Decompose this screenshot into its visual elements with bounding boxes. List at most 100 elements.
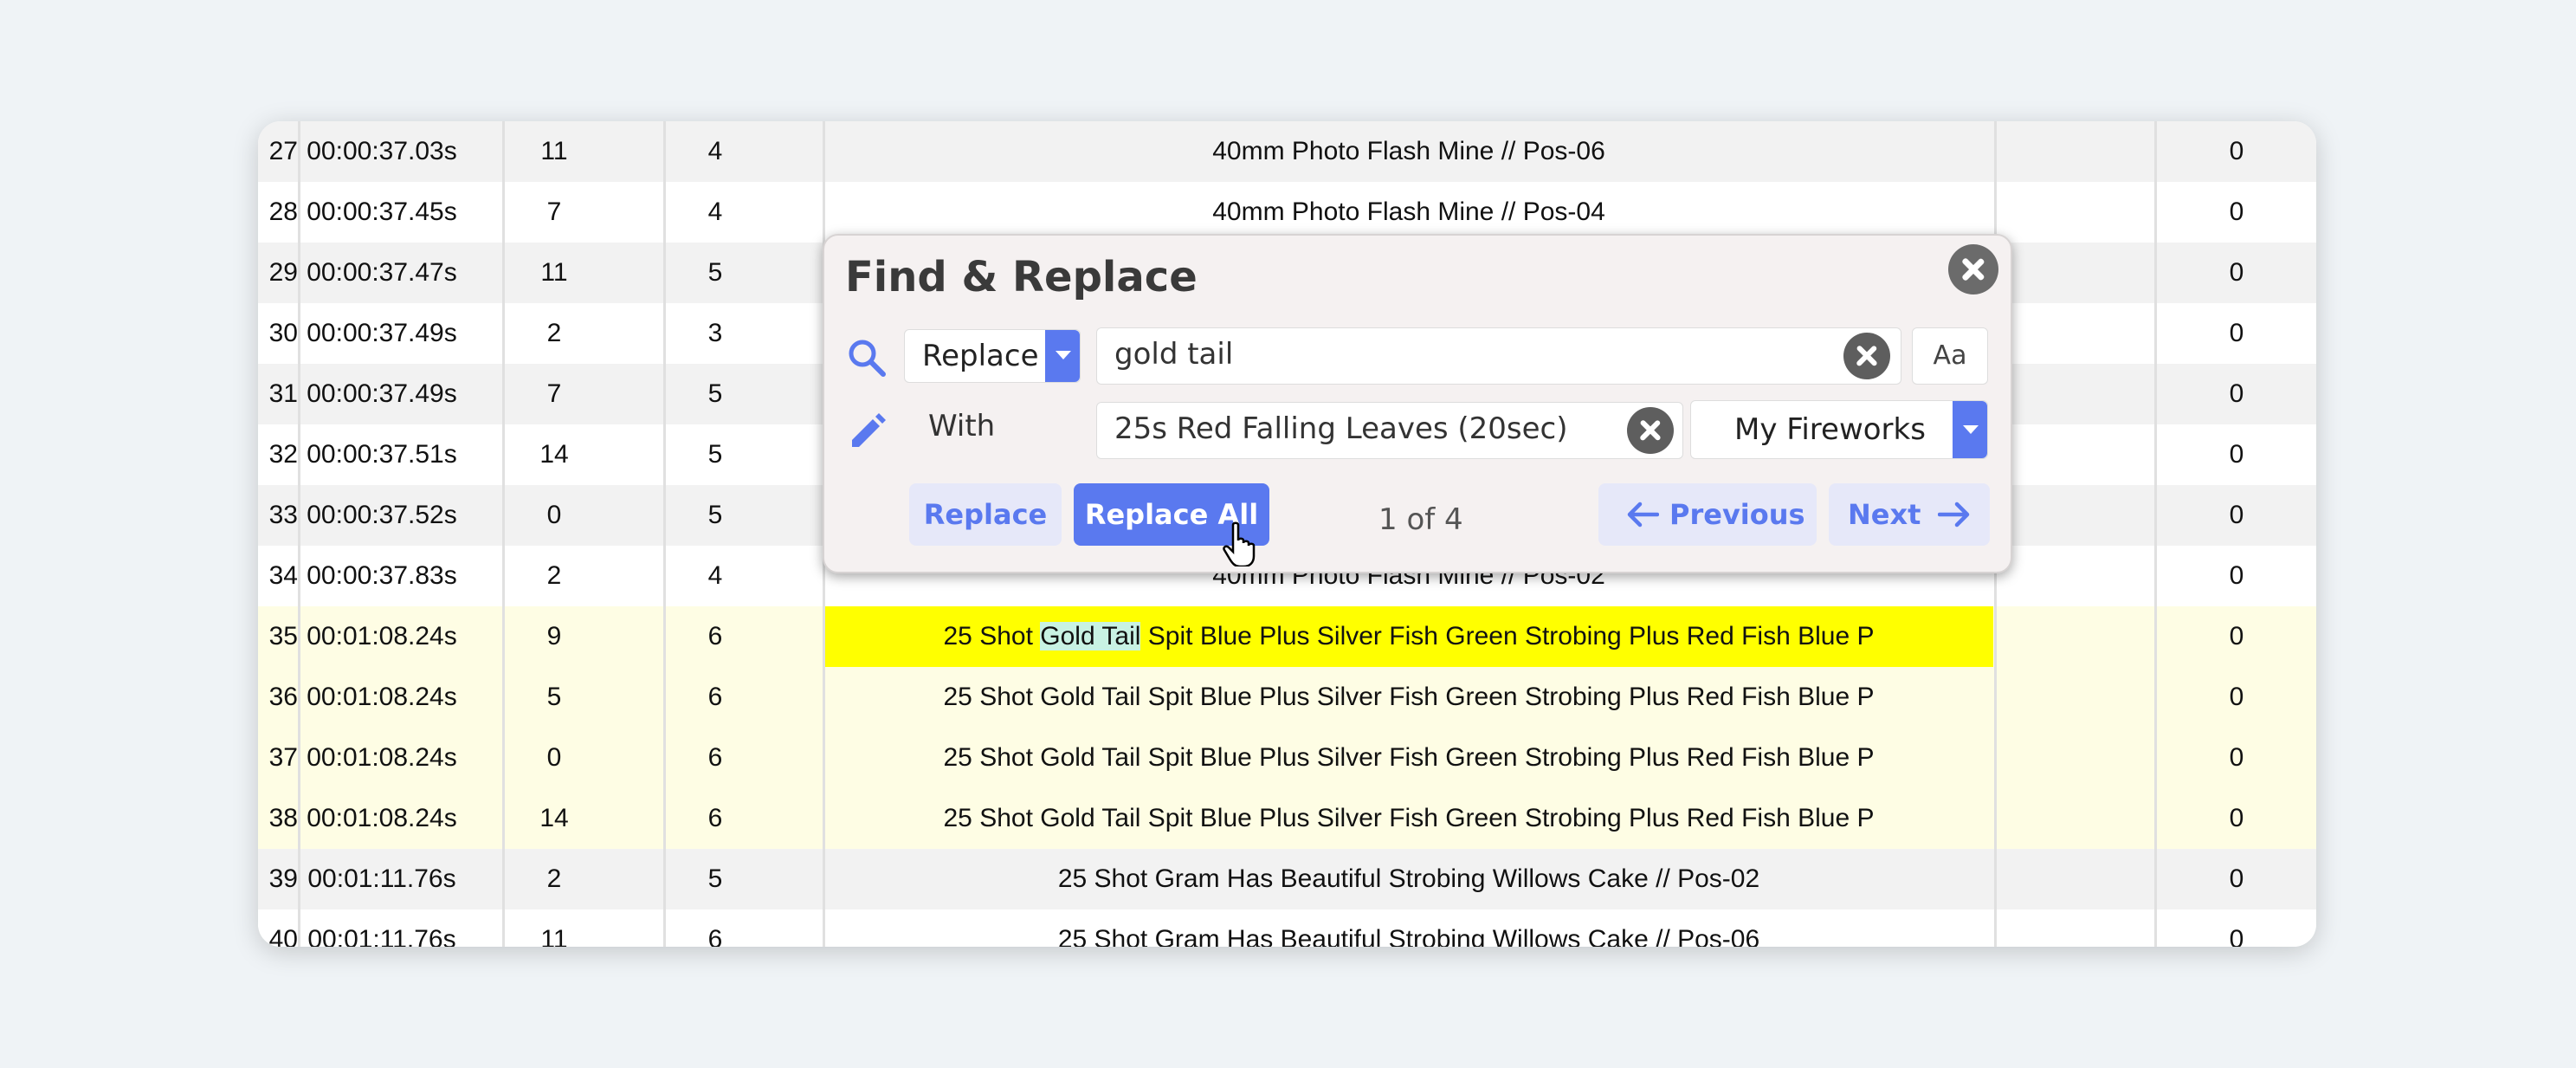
row-number-cell: 27 [268,137,298,165]
with-label: With [928,409,996,443]
row-number-cell: 40 [268,925,298,947]
time-cell: 00:00:37.52s [307,501,457,529]
find-mode-value: Replace [922,339,1039,373]
row-number-cell: 36 [268,683,298,711]
find-mode-select[interactable]: Replace [904,329,1081,383]
module-cell: 4 [707,561,723,590]
replace-target-select[interactable]: My Fireworks [1690,400,1988,459]
row-number-cell: 29 [268,258,298,287]
value-cell: 0 [2229,440,2244,469]
row-number-cell: 35 [268,622,298,651]
name-cell: 40mm Photo Flash Mine // Pos-06 [1212,137,1605,165]
time-cell: 00:01:08.24s [307,804,457,832]
search-icon [849,340,886,377]
name-text: Spit Blue Plus Silver Fish Green Strobin… [1140,622,1875,651]
close-dialog-button[interactable] [1948,244,1998,295]
time-cell: 00:01:08.24s [307,743,457,772]
value-cell: 0 [2229,258,2244,287]
clear-search-button[interactable] [1843,333,1890,379]
table-row[interactable]: 37 00:01:08.24s 0 6 25 Shot Gold Tail Spit B… [258,728,2316,788]
match-case-button[interactable]: Aa [1912,327,1988,385]
name-cell: 25 Shot Gold Tail Spit Blue Plus Silver … [943,743,1875,772]
time-cell: 00:00:37.83s [307,561,457,590]
module-cell: 5 [707,258,723,287]
arrow-right-icon [1938,502,1970,528]
row-number-cell: 34 [268,561,298,590]
name-cell: 25 Shot Gold Tail Spit Blue Plus Silver … [943,683,1875,711]
module-cell: 6 [707,804,723,832]
module-cell: 6 [707,683,723,711]
time-cell: 00:01:11.76s [307,925,456,947]
table-row[interactable]: 27 00:00:37.03s 11 4 40mm Photo Flash Mine /… [258,121,2316,182]
name-cell: 25 Shot Gram Has Beautiful Strobing Will… [1057,864,1760,893]
value-cell: 0 [2229,137,2244,165]
value-cell: 0 [2229,804,2244,832]
name-cell-current-match: 25 Shot Gold Tail Spit Blue Plus Silver … [824,606,1993,667]
row-number-cell: 32 [268,440,298,469]
find-replace-dialog: Find & Replace Replace gold tail Aa With… [823,234,2012,573]
replace-input[interactable]: 25s Red Falling Leaves (20sec) [1096,402,1683,459]
row-number-cell: 30 [268,319,298,347]
channel-cell: 11 [540,925,568,947]
module-cell: 5 [707,864,723,893]
name-text: 25 Shot [943,622,1041,651]
row-number-cell: 38 [268,804,298,832]
time-cell: 00:00:37.03s [307,137,457,165]
name-cell: 25 Shot Gram Has Beautiful Strobing Will… [1057,925,1760,947]
value-cell: 0 [2229,743,2244,772]
column-divider [2154,121,2157,947]
value-cell: 0 [2229,319,2244,347]
time-cell: 00:00:37.51s [307,440,457,469]
channel-cell: 14 [539,804,569,832]
time-cell: 00:00:37.49s [307,319,457,347]
channel-cell: 7 [546,379,562,408]
close-icon [1948,244,1998,295]
next-button[interactable]: Next [1829,483,1990,546]
channel-cell: 14 [539,440,569,469]
module-cell: 6 [707,925,723,947]
channel-cell: 11 [540,137,568,165]
search-input-value: gold tail [1114,337,1234,372]
arrow-left-icon [1627,502,1659,528]
table-row[interactable]: 38 00:01:08.24s 14 6 25 Shot Gold Tail Spit … [258,788,2316,849]
value-cell: 0 [2229,622,2244,651]
channel-cell: 7 [546,197,562,226]
time-cell: 00:00:37.49s [307,379,457,408]
module-cell: 6 [707,743,723,772]
value-cell: 0 [2229,379,2244,408]
channel-cell: 9 [546,622,562,651]
value-cell: 0 [2229,683,2244,711]
row-number-cell: 39 [268,864,298,893]
table-row[interactable]: 39 00:01:11.76s 2 5 25 Shot Gram Has Beautif… [258,849,2316,909]
next-label: Next [1848,498,1921,531]
replace-button[interactable]: Replace [909,483,1062,546]
row-number-cell: 28 [268,197,298,226]
match-highlight: Gold Tail [1040,622,1141,651]
time-cell: 00:01:11.76s [307,864,456,893]
dialog-title: Find & Replace [845,253,1198,301]
module-cell: 5 [707,440,723,469]
clear-replace-button[interactable] [1627,407,1674,454]
row-number-cell: 37 [268,743,298,772]
replace-target-value: My Fireworks [1734,412,1926,447]
clear-icon [1627,407,1674,454]
table-row[interactable]: 35 00:01:08.24s 9 6 25 Shot Gold Tail Spit B… [258,606,2316,667]
module-cell: 4 [707,137,723,165]
table-row[interactable]: 36 00:01:08.24s 5 6 25 Shot Gold Tail Spit B… [258,667,2316,728]
name-cell: 25 Shot Gold Tail Spit Blue Plus Silver … [943,804,1875,832]
search-input[interactable]: gold tail [1096,327,1901,385]
module-cell: 5 [707,501,723,529]
row-number-cell: 33 [268,501,298,529]
time-cell: 00:00:37.45s [307,197,457,226]
module-cell: 6 [707,622,723,651]
time-cell: 00:00:37.47s [307,258,457,287]
previous-button[interactable]: Previous [1598,483,1817,546]
row-number-cell: 31 [268,379,298,408]
module-cell: 4 [707,197,723,226]
channel-cell: 0 [546,501,562,529]
channel-cell: 2 [546,319,562,347]
match-counter: 1 of 4 [1378,502,1463,537]
table-row[interactable]: 40 00:01:11.76s 11 6 25 Shot Gram Has Beauti… [258,909,2316,947]
replace-input-value: 25s Red Falling Leaves (20sec) [1114,411,1568,446]
clear-icon [1843,333,1890,379]
